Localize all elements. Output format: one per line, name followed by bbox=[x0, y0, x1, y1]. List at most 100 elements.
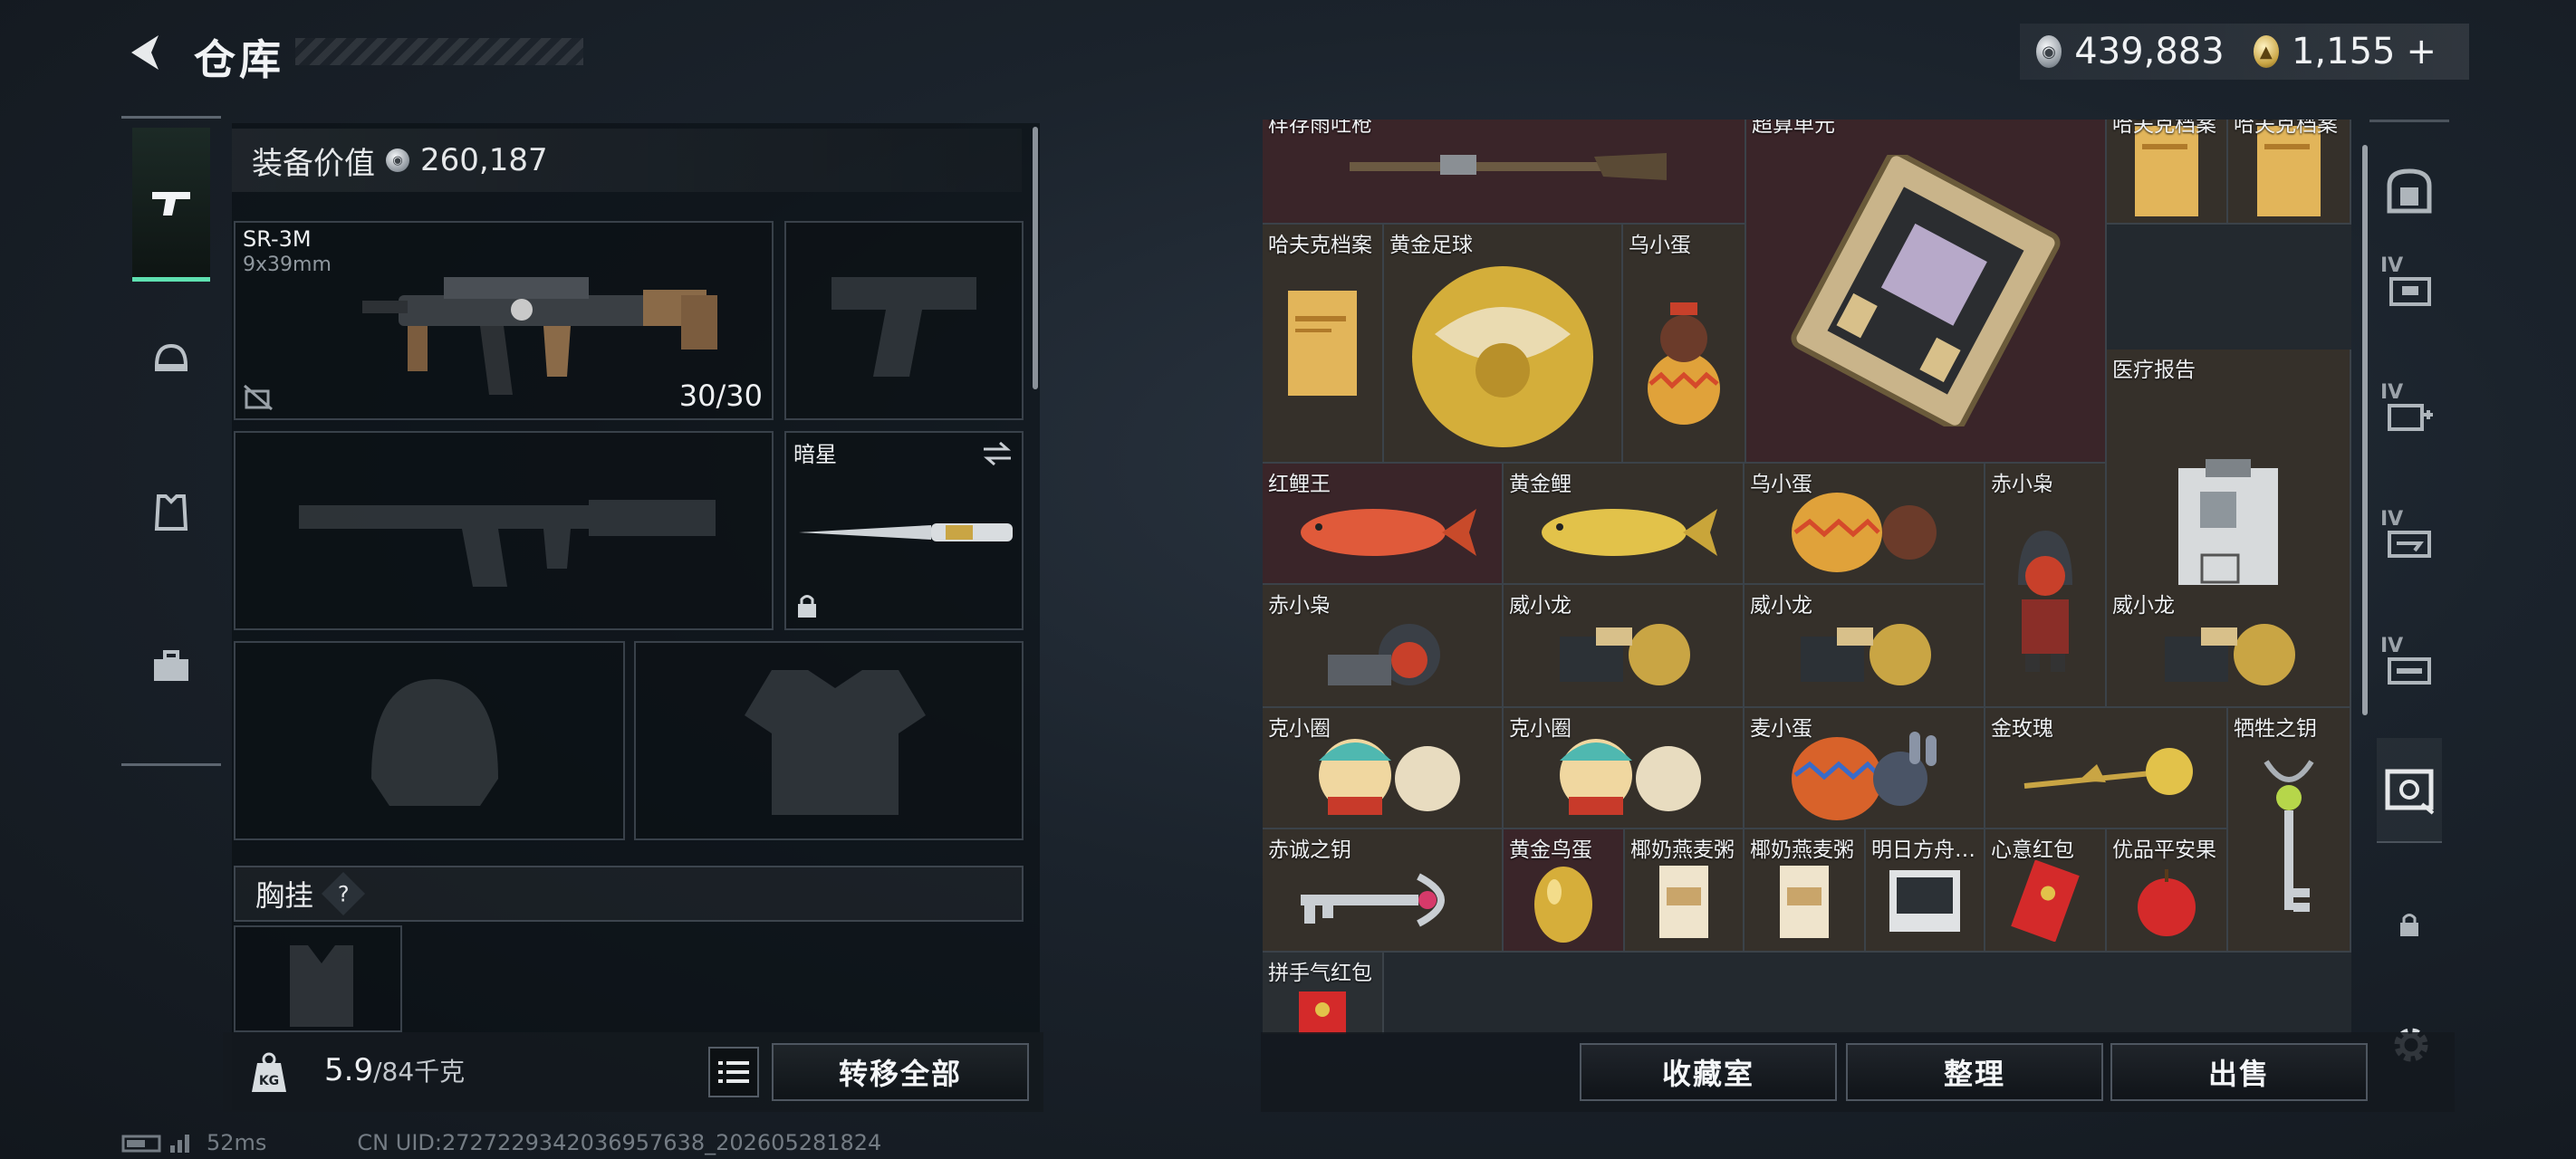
tab-collection-vault[interactable] bbox=[2377, 738, 2442, 843]
equipment-category-tabs bbox=[121, 116, 221, 766]
silver-coin-icon: ◉ bbox=[386, 148, 409, 172]
key-icon bbox=[1301, 873, 1445, 927]
gold-amount: 1,155 bbox=[2291, 31, 2396, 72]
storage-item[interactable]: 乌小蛋 bbox=[1623, 225, 1746, 464]
storage-item[interactable]: 哈夫克档案 bbox=[1263, 225, 1384, 464]
storage-item[interactable]: 威小龙 bbox=[2107, 585, 2351, 708]
storage-item[interactable]: 牺牲之钥 bbox=[2228, 708, 2351, 953]
chest-rig-slot[interactable] bbox=[234, 925, 402, 1032]
equipment-value-label: 装备价值 bbox=[252, 145, 375, 182]
melee-slot[interactable]: 暗星 bbox=[784, 431, 1024, 630]
red-carp-icon bbox=[1301, 509, 1476, 556]
tab-armor[interactable] bbox=[132, 436, 210, 589]
food-pack-icon bbox=[1780, 866, 1829, 938]
storage-item[interactable]: 椰奶燕麦粥 bbox=[1625, 829, 1745, 953]
lock-icon bbox=[798, 595, 816, 618]
chest-rig-header: 胸挂 ? bbox=[234, 866, 1024, 922]
equipment-scrollbar[interactable] bbox=[1033, 127, 1038, 389]
transfer-all-button[interactable]: 转移全部 bbox=[772, 1043, 1029, 1101]
equipment-value-header: 装备价值 ◉ 260,187 bbox=[232, 129, 1022, 192]
storage-item[interactable]: 椰奶燕麦粥 bbox=[1745, 829, 1866, 953]
storage-item[interactable]: 黄金鲤 bbox=[1504, 464, 1745, 585]
tab-storage-4-2[interactable]: IV bbox=[2377, 367, 2442, 457]
storage-item[interactable]: 麦小蛋 bbox=[1745, 708, 1985, 829]
hooded-figure-icon bbox=[2018, 531, 2072, 672]
primary-weapon-slot[interactable]: SR-3M 9x39mm 30/30 bbox=[234, 221, 774, 420]
storage-item[interactable]: 威小龙 bbox=[1504, 585, 1745, 708]
tab-backpack[interactable] bbox=[132, 589, 210, 743]
storage-item[interactable]: 红鲤王 bbox=[1263, 464, 1504, 585]
tab-storage-4-3[interactable]: IV bbox=[2377, 493, 2442, 584]
storage-item[interactable]: 心意红包 bbox=[1985, 829, 2107, 953]
silver-amount: 439,883 bbox=[2074, 31, 2225, 72]
back-button[interactable] bbox=[118, 25, 172, 80]
storage-item[interactable]: 赤诚之钥 bbox=[1263, 829, 1504, 953]
hooded-figure-icon bbox=[1328, 624, 1440, 685]
user-uid: CN UID:2727229342036957638_202605281824 bbox=[357, 1130, 882, 1155]
toolbox-icon bbox=[154, 650, 188, 681]
tab-storage-4-1[interactable]: IV bbox=[2377, 240, 2442, 330]
svg-text:KG: KG bbox=[259, 1074, 279, 1088]
tab-weapons[interactable] bbox=[132, 128, 210, 282]
helmet-slot[interactable] bbox=[234, 641, 625, 840]
gold-egg-icon bbox=[1534, 867, 1592, 943]
swap-icon[interactable] bbox=[980, 440, 1014, 467]
vault-icon bbox=[2385, 769, 2435, 815]
add-gold-button[interactable]: + bbox=[2406, 31, 2437, 72]
storage-item[interactable]: 克小圈 bbox=[1263, 708, 1504, 829]
red-envelope-icon bbox=[1299, 991, 1346, 1034]
storage-item[interactable]: 拼手气红包 bbox=[1263, 953, 1384, 1034]
dragon-figure-icon bbox=[2165, 624, 2295, 685]
tab-safe-box[interactable] bbox=[2377, 146, 2442, 236]
storage-item[interactable]: 超算单元 bbox=[1746, 120, 2107, 464]
apple-icon bbox=[2138, 869, 2196, 936]
currency-bar: ◉ 439,883 ▲ 1,155 + bbox=[2020, 24, 2469, 80]
knife-image bbox=[799, 523, 1013, 541]
armor-slot[interactable] bbox=[634, 641, 1024, 840]
storage-item[interactable]: 哈夫克档案 bbox=[2228, 120, 2351, 225]
silver-coin-icon: ◉ bbox=[2036, 35, 2062, 68]
list-view-button[interactable] bbox=[708, 1047, 759, 1097]
organize-button[interactable]: 整理 bbox=[1846, 1043, 2103, 1101]
storage-item[interactable]: 赤小枭 bbox=[1985, 464, 2107, 708]
weight-max: /84千克 bbox=[373, 1057, 466, 1087]
storage-item[interactable]: 威小龙 bbox=[1745, 585, 1985, 708]
storage-item[interactable]: 优品平安果 bbox=[2107, 829, 2228, 953]
tab-storage-4-4[interactable]: IV bbox=[2377, 620, 2442, 711]
secondary-weapon-slot[interactable] bbox=[234, 431, 774, 630]
equipment-value: 260,187 bbox=[420, 142, 548, 178]
ping-readout: 52ms bbox=[207, 1130, 267, 1155]
red-envelope-icon bbox=[2011, 860, 2080, 942]
sell-button[interactable]: 出售 bbox=[2110, 1043, 2368, 1101]
storage-item[interactable]: 明日方舟… bbox=[1866, 829, 1985, 953]
ammo-count: 30/30 bbox=[678, 378, 763, 413]
storage-grid: 样存雨吐枪 超算单元 哈夫克档案 哈夫克档案 哈夫克档案 黄金足球 乌小蛋 医疗… bbox=[1263, 120, 2351, 1034]
card-icon bbox=[1889, 870, 1960, 932]
storage-item[interactable]: 克小圈 bbox=[1504, 708, 1745, 829]
collection-room-button[interactable]: 收藏室 bbox=[1580, 1043, 1837, 1101]
dragon-figure-icon bbox=[1801, 624, 1931, 685]
help-icon[interactable]: ? bbox=[321, 871, 366, 916]
weight-icon: KG bbox=[245, 1049, 293, 1097]
helmet-silhouette-icon bbox=[371, 679, 498, 806]
storage-item[interactable]: 金玫瑰 bbox=[1985, 708, 2228, 829]
storage-item[interactable]: 样存雨吐枪 bbox=[1263, 120, 1746, 225]
storage-item[interactable]: 乌小蛋 bbox=[1745, 464, 1985, 585]
back-arrow-icon bbox=[131, 35, 159, 70]
storage-item[interactable]: 黄金足球 bbox=[1384, 225, 1623, 464]
storage-scrollbar[interactable] bbox=[2362, 145, 2368, 715]
sidearm-slot[interactable] bbox=[784, 221, 1024, 420]
storage-item[interactable]: 哈夫克档案 bbox=[2107, 120, 2228, 225]
tab-helmet[interactable] bbox=[132, 282, 210, 436]
storage-item[interactable]: 黄金鸟蛋 bbox=[1504, 829, 1625, 953]
no-modify-icon bbox=[244, 384, 273, 411]
storage-item[interactable]: 赤小枭 bbox=[1263, 585, 1504, 708]
tab-locked[interactable] bbox=[2377, 879, 2442, 970]
ornate-key-icon bbox=[2264, 760, 2314, 912]
lock-icon bbox=[2400, 914, 2418, 936]
helmet-icon bbox=[154, 343, 188, 371]
food-pack-icon bbox=[1659, 866, 1708, 938]
weight-readout: 5.9/84千克 bbox=[324, 1052, 465, 1088]
musket-icon bbox=[1350, 153, 1667, 180]
page-title: 仓库 bbox=[194, 35, 284, 84]
